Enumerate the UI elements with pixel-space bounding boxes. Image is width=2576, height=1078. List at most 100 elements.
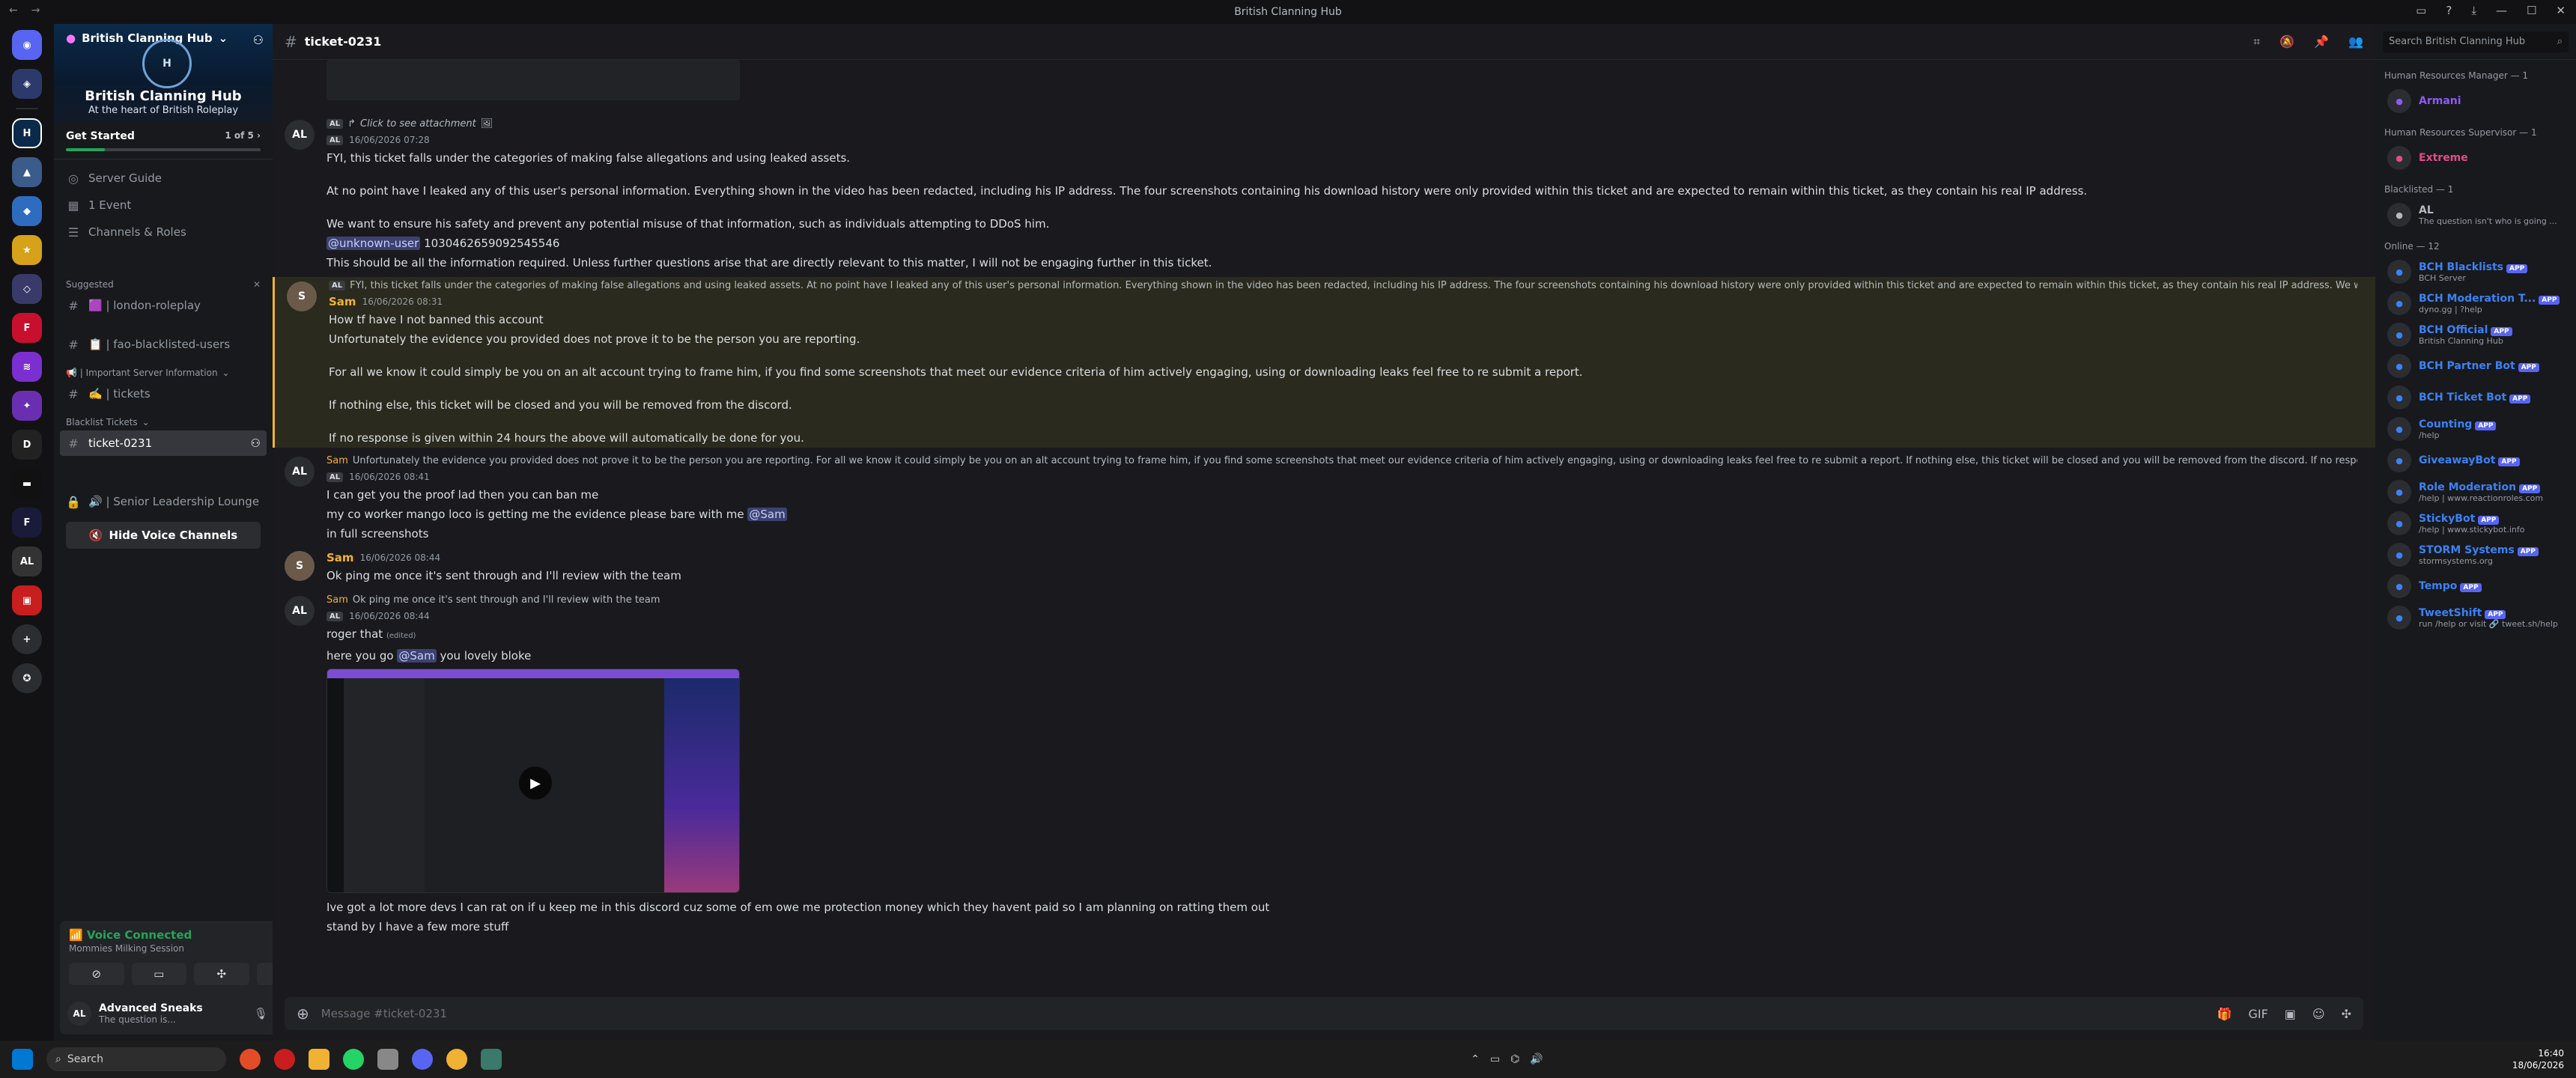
avatar[interactable]: AL (285, 457, 315, 487)
app-icon[interactable] (481, 1049, 502, 1070)
get-started[interactable]: Get Started 1 of 5 › (54, 121, 273, 159)
battery-icon[interactable]: ▭ (1490, 1053, 1500, 1065)
notification-bell-icon[interactable]: 🔕 (2279, 34, 2294, 49)
member-item[interactable]: ● StickyBot APP/help | www.stickybot.info (2381, 508, 2570, 539)
camera-button[interactable]: ⊘ (69, 963, 124, 985)
microphone-icon[interactable]: 🎙 (254, 1007, 268, 1020)
avatar[interactable]: S (287, 281, 317, 311)
store-icon[interactable] (377, 1049, 398, 1070)
home-icon[interactable]: ◉ (12, 30, 42, 60)
whatsapp-icon[interactable] (343, 1049, 364, 1070)
server-icon[interactable]: ◈ (12, 69, 42, 99)
server-banner[interactable]: ● British Clanning Hub ⌄ ⚇ H British Cla… (54, 24, 273, 121)
member-item[interactable]: ● BCH Ticket Bot APP (2381, 382, 2570, 413)
help-icon[interactable]: ? (2446, 4, 2452, 17)
server-icon[interactable]: ✦ (12, 391, 42, 421)
maximize-icon[interactable]: ☐ (2527, 4, 2536, 17)
back-icon[interactable]: ← (9, 4, 18, 16)
avatar[interactable]: AL (67, 1002, 91, 1026)
server-icon[interactable]: ▬ (12, 469, 42, 499)
server-icon[interactable]: ★ (12, 235, 42, 265)
gift-icon[interactable]: 🎁 (2217, 1007, 2232, 1021)
server-icon[interactable]: ◇ (12, 274, 42, 304)
avatar[interactable]: AL (285, 120, 315, 150)
invite-icon[interactable]: ⚇ (253, 33, 264, 47)
minimize-icon[interactable]: — (2496, 4, 2507, 17)
apps-icon[interactable]: ✣ (2342, 1007, 2351, 1021)
author-name[interactable]: Sam (326, 551, 354, 564)
reply-preview[interactable]: AL ↱ Click to see attachment 🖼 (326, 115, 2357, 132)
forward-icon[interactable]: → (31, 4, 40, 16)
server-icon[interactable]: ▣ (12, 585, 42, 615)
user-mention[interactable]: @Sam (397, 649, 437, 663)
member-item[interactable]: ● BCH Official APP British Clanning Hub (2381, 319, 2570, 350)
author-name[interactable]: AL (326, 472, 344, 482)
author-name[interactable]: AL (326, 135, 344, 145)
message-composer[interactable]: ⊕ Message #ticket-0231 🎁 GIF ▣ ☺ ✣ (285, 997, 2363, 1030)
search-input[interactable]: Search British Clanning Hub ⌕ (2383, 31, 2569, 52)
app-icon[interactable] (446, 1049, 467, 1070)
server-icon-active[interactable]: H (12, 118, 42, 148)
pin-icon[interactable]: 📌 (2314, 34, 2329, 49)
chevron-up-icon[interactable]: ⌃ (1471, 1053, 1480, 1065)
avatar[interactable]: S (285, 551, 315, 581)
volume-icon[interactable]: 🔊 (1530, 1053, 1543, 1065)
server-icon[interactable]: AL (12, 546, 42, 576)
user-mention[interactable]: @Sam (747, 508, 787, 521)
nav-channels-roles[interactable]: ☰ Channels & Roles (60, 219, 267, 245)
nav-events[interactable]: ▦ 1 Event (60, 192, 267, 218)
category-blacklist-tickets[interactable]: Blacklist Tickets ⌄ (66, 417, 267, 427)
clock[interactable]: 16:40 18/06/2026 (2512, 1047, 2564, 1071)
add-server-icon[interactable]: + (12, 624, 42, 654)
chrome-icon[interactable] (240, 1049, 261, 1070)
start-icon[interactable] (12, 1049, 33, 1070)
close-icon[interactable]: ✕ (2556, 4, 2566, 17)
reply-preview[interactable]: Sam Unfortunately the evidence you provid… (326, 452, 2357, 469)
screen-share-button[interactable]: ▭ (131, 963, 186, 985)
server-icon[interactable]: ≋ (12, 352, 42, 382)
taskbar-search[interactable]: ⌕ Search (46, 1047, 226, 1071)
member-item[interactable]: ● Extreme (2381, 142, 2570, 174)
server-icon[interactable]: ▲ (12, 157, 42, 187)
member-item[interactable]: ● BCH Moderation T... APP dyno.gg | ?help (2381, 287, 2570, 319)
video-attachment[interactable]: ▶ (326, 669, 740, 893)
add-attachment-icon[interactable]: ⊕ (297, 1005, 309, 1023)
server-icon[interactable]: F (12, 313, 42, 343)
network-icon[interactable]: ⌬ (1510, 1053, 1519, 1065)
server-icon[interactable]: D (12, 430, 42, 460)
member-item[interactable]: ● Role Moderation APP/help | www.reactionr… (2381, 476, 2570, 508)
server-icon[interactable]: ◆ (12, 196, 42, 226)
author-name[interactable]: Sam (329, 295, 356, 308)
member-item[interactable]: ● TweetShift APP run /help or visit 🔗 tweet… (2381, 602, 2570, 633)
member-item[interactable]: ● Counting APP/help (2381, 413, 2570, 445)
dismiss-icon[interactable]: ✕ (253, 279, 261, 290)
gif-icon[interactable]: GIF (2248, 1007, 2267, 1021)
attachment-preview[interactable] (326, 60, 740, 100)
channel-fao-blacklisted-users[interactable]: # 📋 | fao-blacklisted-users (60, 332, 267, 357)
username[interactable]: Advanced Sneaks (99, 1002, 203, 1014)
author-name[interactable]: AL (326, 611, 344, 621)
member-item[interactable]: ● Armani (2381, 85, 2570, 117)
inbox-icon[interactable]: ▭ (2416, 4, 2426, 17)
avatar[interactable]: AL (285, 596, 315, 626)
discover-icon[interactable]: ✪ (12, 663, 42, 693)
reply-preview[interactable]: AL FYI, this ticket falls under the categ… (329, 277, 2357, 293)
category-suggested[interactable]: Suggested ✕ (66, 279, 267, 290)
member-item[interactable]: ● Tempo APP (2381, 570, 2570, 602)
server-name[interactable]: ● British Clanning Hub ⌄ (66, 31, 228, 45)
activities-button[interactable]: ✣ (194, 963, 249, 985)
channel-senior-leadership-lounge[interactable]: 🔒 🔊 | Senior Leadership Lounge (60, 489, 267, 514)
member-item[interactable]: ● BCH Blacklists APP BCH Server (2381, 256, 2570, 287)
nav-server-guide[interactable]: ◎ Server Guide (60, 165, 267, 191)
member-list-icon[interactable]: 👥 (2348, 34, 2363, 49)
channel-ticket-active[interactable]: # ticket-0231 ⚇ (60, 430, 267, 456)
threads-icon[interactable]: ⌗ (2253, 34, 2260, 49)
channel-tickets[interactable]: # ✍️ | tickets (60, 381, 267, 406)
folder-icon[interactable] (309, 1049, 329, 1070)
reply-preview[interactable]: Sam Ok ping me once it's sent through and… (326, 591, 2357, 608)
category-important[interactable]: 📢 | Important Server Information ⌄ (66, 368, 267, 378)
member-item[interactable]: ● STORM Systems APP stormsystems.org (2381, 539, 2570, 570)
member-item[interactable]: ● BCH Partner Bot APP (2381, 350, 2570, 382)
user-mention[interactable]: @unknown-user (326, 237, 421, 250)
member-item[interactable]: ● AL The question isn't who is going ... (2381, 199, 2570, 231)
